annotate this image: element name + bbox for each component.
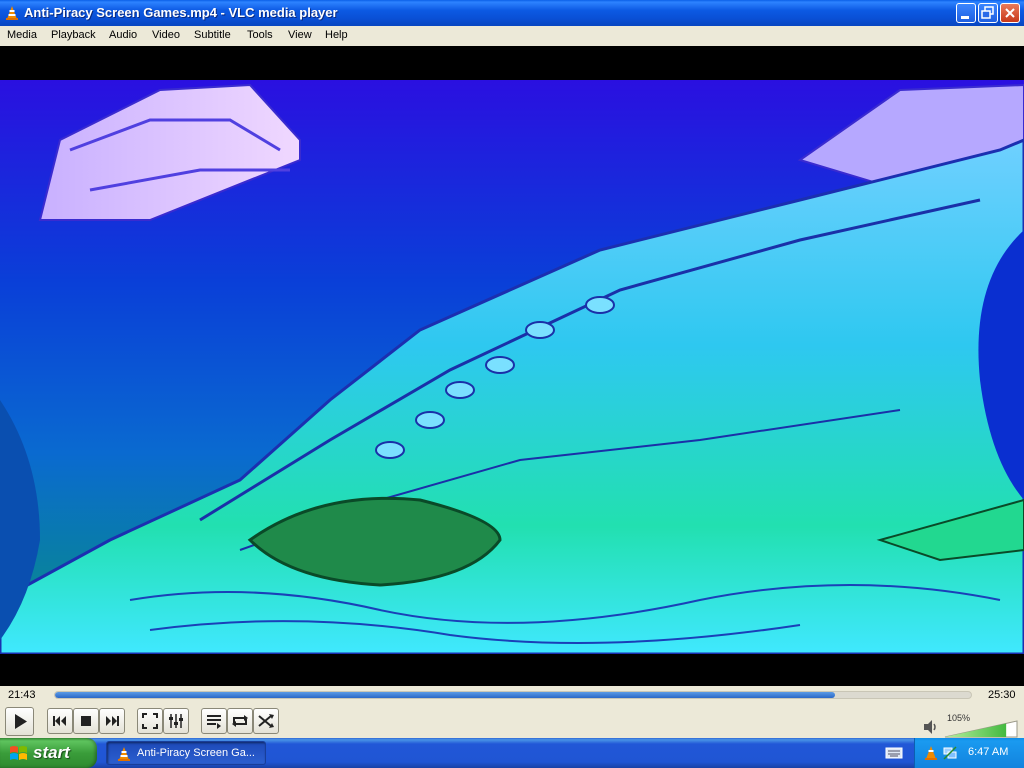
title-bar[interactable]: Anti-Piracy Screen Games.mp4 - VLC media… xyxy=(0,0,1024,26)
loop-button[interactable] xyxy=(227,708,253,734)
seek-row: 21:43 25:30 xyxy=(0,686,1024,704)
total-time: 25:30 xyxy=(988,689,1016,701)
menu-view[interactable]: View xyxy=(288,29,312,41)
restore-icon xyxy=(981,6,994,19)
windows-logo-icon xyxy=(10,746,27,760)
shuffle-button[interactable] xyxy=(253,708,279,734)
video-display[interactable] xyxy=(0,46,1024,686)
keyboard-icon[interactable] xyxy=(885,746,903,760)
playlist-icon xyxy=(207,715,221,729)
previous-button[interactable] xyxy=(47,708,73,734)
elapsed-time: 21:43 xyxy=(8,689,36,701)
shuffle-icon xyxy=(258,714,274,728)
volume-icon[interactable] xyxy=(922,719,940,735)
vlc-cone-icon xyxy=(6,6,18,20)
seek-progress xyxy=(55,692,836,698)
vlc-cone-icon xyxy=(118,747,130,761)
previous-icon xyxy=(53,716,66,726)
taskbar-item-vlc[interactable]: Anti-Piracy Screen Ga... xyxy=(106,741,266,765)
close-button[interactable] xyxy=(1000,3,1020,23)
next-button[interactable] xyxy=(99,708,125,734)
menu-bar: Media Playback Audio Video Subtitle Tool… xyxy=(0,26,1024,47)
next-icon xyxy=(106,716,119,726)
vlc-tray-icon[interactable] xyxy=(923,745,939,761)
taskbar: start Anti-Piracy Screen Ga... 6:47 AM xyxy=(0,738,1024,768)
menu-audio[interactable]: Audio xyxy=(109,29,137,41)
control-bar: 105% xyxy=(0,704,1024,738)
play-icon xyxy=(15,714,27,729)
play-button[interactable] xyxy=(5,707,34,736)
fullscreen-icon xyxy=(142,713,158,729)
volume-slider[interactable] xyxy=(944,720,1018,738)
menu-tools[interactable]: Tools xyxy=(247,29,273,41)
playlist-button[interactable] xyxy=(201,708,227,734)
seek-bar[interactable] xyxy=(54,691,972,699)
start-label: start xyxy=(33,743,70,762)
extended-settings-icon xyxy=(169,714,183,728)
menu-help[interactable]: Help xyxy=(325,29,348,41)
minimize-button[interactable] xyxy=(956,3,976,23)
fullscreen-button[interactable] xyxy=(137,708,163,734)
menu-subtitle[interactable]: Subtitle xyxy=(194,29,231,41)
restore-button[interactable] xyxy=(978,3,998,23)
network-icon[interactable] xyxy=(942,745,958,761)
taskbar-item-label: Anti-Piracy Screen Ga... xyxy=(137,747,255,759)
clock: 6:47 AM xyxy=(968,746,1009,758)
loop-icon xyxy=(232,715,248,727)
menu-media[interactable]: Media xyxy=(7,29,37,41)
window-title: Anti-Piracy Screen Games.mp4 - VLC media… xyxy=(24,5,338,20)
extended-settings-button[interactable] xyxy=(163,708,189,734)
minimize-icon xyxy=(961,16,969,19)
close-icon xyxy=(1005,8,1015,18)
menu-playback[interactable]: Playback xyxy=(51,29,96,41)
stop-icon xyxy=(81,716,91,726)
system-tray: 6:47 AM xyxy=(914,738,1024,768)
stop-button[interactable] xyxy=(73,708,99,734)
video-frame xyxy=(0,80,1024,654)
start-button[interactable]: start xyxy=(0,738,97,768)
menu-video[interactable]: Video xyxy=(152,29,180,41)
